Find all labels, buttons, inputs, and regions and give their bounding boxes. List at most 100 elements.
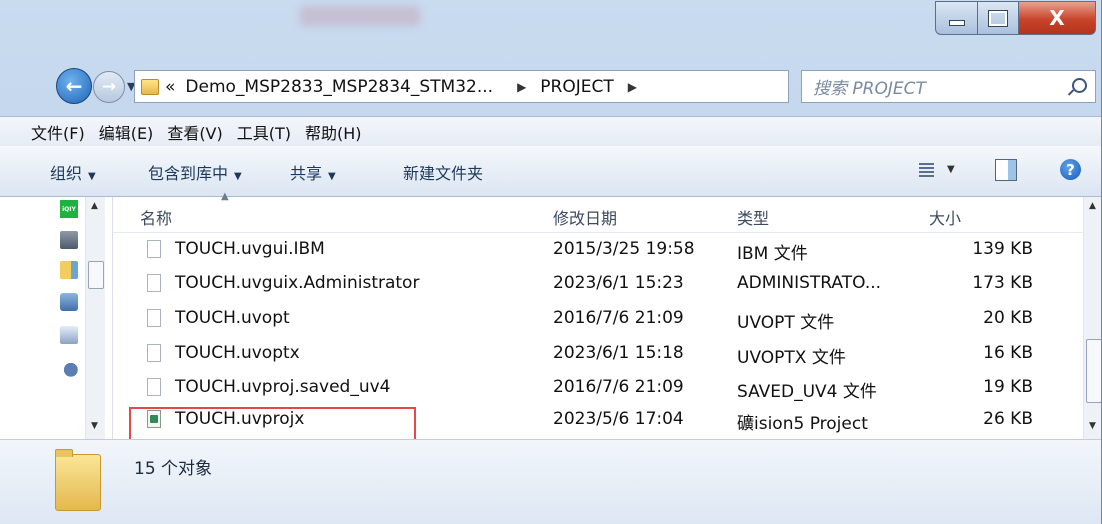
iqiyi-label: iQIY — [62, 205, 76, 213]
explorer-window: X ← → ▼ « Demo_MSP2833_MSP2834_STM32... … — [0, 0, 1102, 524]
scroll-thumb[interactable] — [88, 261, 104, 289]
include-library-button[interactable]: 包含到库中 ▼ — [148, 160, 242, 184]
file-row[interactable]: TOUCH.uvguix.Administrator 2023/6/1 15:2… — [113, 267, 1073, 300]
file-type: 礦ision5 Project — [737, 414, 868, 434]
file-row[interactable]: TOUCH.uvgui.IBM 2015/3/25 19:58 IBM 文件 1… — [113, 233, 1073, 266]
close-icon: X — [1049, 6, 1065, 30]
scroll-up-icon[interactable]: ▲ — [91, 201, 98, 211]
scroll-down-icon[interactable]: ▼ — [1089, 421, 1096, 431]
column-size-header[interactable]: 大小 — [929, 205, 961, 229]
file-date: 2016/7/6 21:09 — [553, 377, 684, 397]
maximize-icon — [989, 10, 1007, 26]
file-row[interactable]: TOUCH.uvproj.saved_uv4 2016/7/6 21:09 SA… — [113, 371, 1073, 404]
keil-project-icon — [147, 410, 161, 428]
scroll-down-icon[interactable]: ▼ — [91, 421, 98, 431]
search-placeholder: 搜索 PROJECT — [813, 79, 926, 99]
maximize-button[interactable] — [977, 1, 1019, 35]
sort-ascending-icon: ▲ — [221, 191, 229, 202]
chevron-down-icon: ▼ — [234, 171, 242, 182]
menu-view[interactable]: 查看(V) — [167, 120, 222, 144]
view-options-icon[interactable] — [919, 163, 934, 177]
file-type: SAVED_UV4 文件 — [737, 382, 877, 402]
file-size: 139 KB — [972, 239, 1033, 259]
preview-pane-icon[interactable] — [995, 159, 1017, 181]
drive-icon[interactable] — [60, 231, 78, 249]
organize-button[interactable]: 组织 ▼ — [50, 160, 96, 184]
window-title-blurred — [300, 6, 420, 26]
file-date: 2023/6/1 15:23 — [553, 273, 684, 293]
file-name: TOUCH.uvopt — [175, 308, 290, 328]
address-prefix: « — [165, 76, 176, 97]
arrow-right-icon: → — [101, 77, 117, 97]
file-name: TOUCH.uvprojx — [175, 409, 305, 429]
file-type: ADMINISTRATO... — [737, 273, 882, 293]
chevron-down-icon: ▼ — [88, 171, 96, 182]
forward-button[interactable]: → — [93, 71, 125, 103]
folder-icon — [141, 78, 159, 95]
file-size: 20 KB — [983, 308, 1033, 328]
address-bar[interactable]: « Demo_MSP2833_MSP2834_STM32... ▶ PROJEC… — [134, 70, 908, 103]
new-folder-button[interactable]: 新建文件夹 — [403, 160, 483, 184]
menu-file[interactable]: 文件(F) — [31, 120, 85, 144]
search-icon[interactable] — [1072, 78, 1087, 93]
minimize-icon — [948, 20, 965, 26]
file-date: 2023/5/6 17:04 — [553, 409, 684, 429]
file-icon — [147, 378, 161, 396]
navigation-pane: iQIY ▲ ▼ — [0, 197, 113, 439]
minimize-button[interactable] — [935, 1, 978, 35]
file-name: TOUCH.uvoptx — [175, 343, 300, 363]
file-row[interactable]: TOUCH.uvoptx 2023/6/1 15:18 UVOPTX 文件 16… — [113, 337, 1073, 370]
folder-icon — [55, 449, 101, 511]
search-input[interactable]: 搜索 PROJECT — [801, 70, 1096, 103]
file-icon — [147, 274, 161, 292]
file-row[interactable]: TOUCH.uvopt 2016/7/6 21:09 UVOPT 文件 20 K… — [113, 302, 1073, 335]
chevron-down-icon[interactable]: ▼ — [947, 164, 955, 175]
file-size: 26 KB — [983, 409, 1033, 429]
file-size: 19 KB — [983, 377, 1033, 397]
scroll-up-icon[interactable]: ▲ — [1089, 201, 1096, 211]
menu-help[interactable]: 帮助(H) — [305, 120, 362, 144]
menu-tools[interactable]: 工具(T) — [237, 120, 291, 144]
file-type: IBM 文件 — [737, 244, 808, 264]
arrow-left-icon: ← — [65, 74, 83, 98]
computer-icon[interactable] — [60, 326, 78, 344]
item-count: 15 个对象 — [134, 459, 213, 479]
help-icon[interactable]: ? — [1060, 159, 1081, 180]
share-label: 共享 — [290, 164, 323, 183]
iqiyi-icon[interactable]: iQIY — [60, 200, 78, 218]
column-header-row: 名称 ▲ 修改日期 类型 大小 — [113, 191, 1101, 233]
network-icon[interactable] — [60, 293, 78, 311]
file-list: 名称 ▲ 修改日期 类型 大小 TOUCH.uvgui.IBM 2015/3/2… — [113, 191, 1101, 441]
menu-edit[interactable]: 编辑(E) — [99, 120, 154, 144]
details-pane: 15 个对象 — [0, 439, 1101, 524]
file-icon — [147, 309, 161, 327]
file-name: TOUCH.uvgui.IBM — [175, 239, 325, 259]
share-button[interactable]: 共享 ▼ — [290, 160, 336, 184]
nav-scrollbar[interactable]: ▲ ▼ — [85, 197, 105, 439]
file-name: TOUCH.uvproj.saved_uv4 — [175, 377, 391, 397]
file-list-scrollbar[interactable]: ▲ ▼ — [1083, 197, 1101, 439]
title-bar: X — [0, 0, 1101, 50]
column-name-header[interactable]: 名称 — [140, 205, 172, 229]
file-size: 173 KB — [972, 273, 1033, 293]
scroll-thumb[interactable] — [1086, 339, 1101, 403]
file-row-highlighted[interactable]: TOUCH.uvprojx 2023/5/6 17:04 礦ision5 Pro… — [113, 403, 1073, 441]
breadcrumb-segment[interactable]: Demo_MSP2833_MSP2834_STM32... — [185, 77, 493, 97]
back-button[interactable]: ← — [56, 68, 92, 104]
file-date: 2016/7/6 21:09 — [553, 308, 684, 328]
breadcrumb-segment[interactable]: PROJECT — [540, 77, 613, 97]
help-label: ? — [1066, 160, 1075, 179]
file-type: UVOPTX 文件 — [737, 348, 846, 368]
file-icon — [147, 240, 161, 258]
breadcrumb-chevron-icon[interactable]: ▶ — [517, 80, 526, 94]
column-date-header[interactable]: 修改日期 — [553, 205, 617, 229]
close-button[interactable]: X — [1018, 1, 1096, 35]
breadcrumb-chevron-icon[interactable]: ▶ — [628, 80, 637, 94]
column-type-header[interactable]: 类型 — [737, 205, 769, 229]
menu-bar: 文件(F) 编辑(E) 查看(V) 工具(T) 帮助(H) — [0, 116, 1101, 147]
music-icon[interactable] — [60, 359, 78, 377]
library-icon[interactable] — [60, 261, 78, 279]
file-name: TOUCH.uvguix.Administrator — [175, 273, 420, 293]
chevron-down-icon: ▼ — [328, 171, 336, 182]
file-size: 16 KB — [983, 343, 1033, 363]
